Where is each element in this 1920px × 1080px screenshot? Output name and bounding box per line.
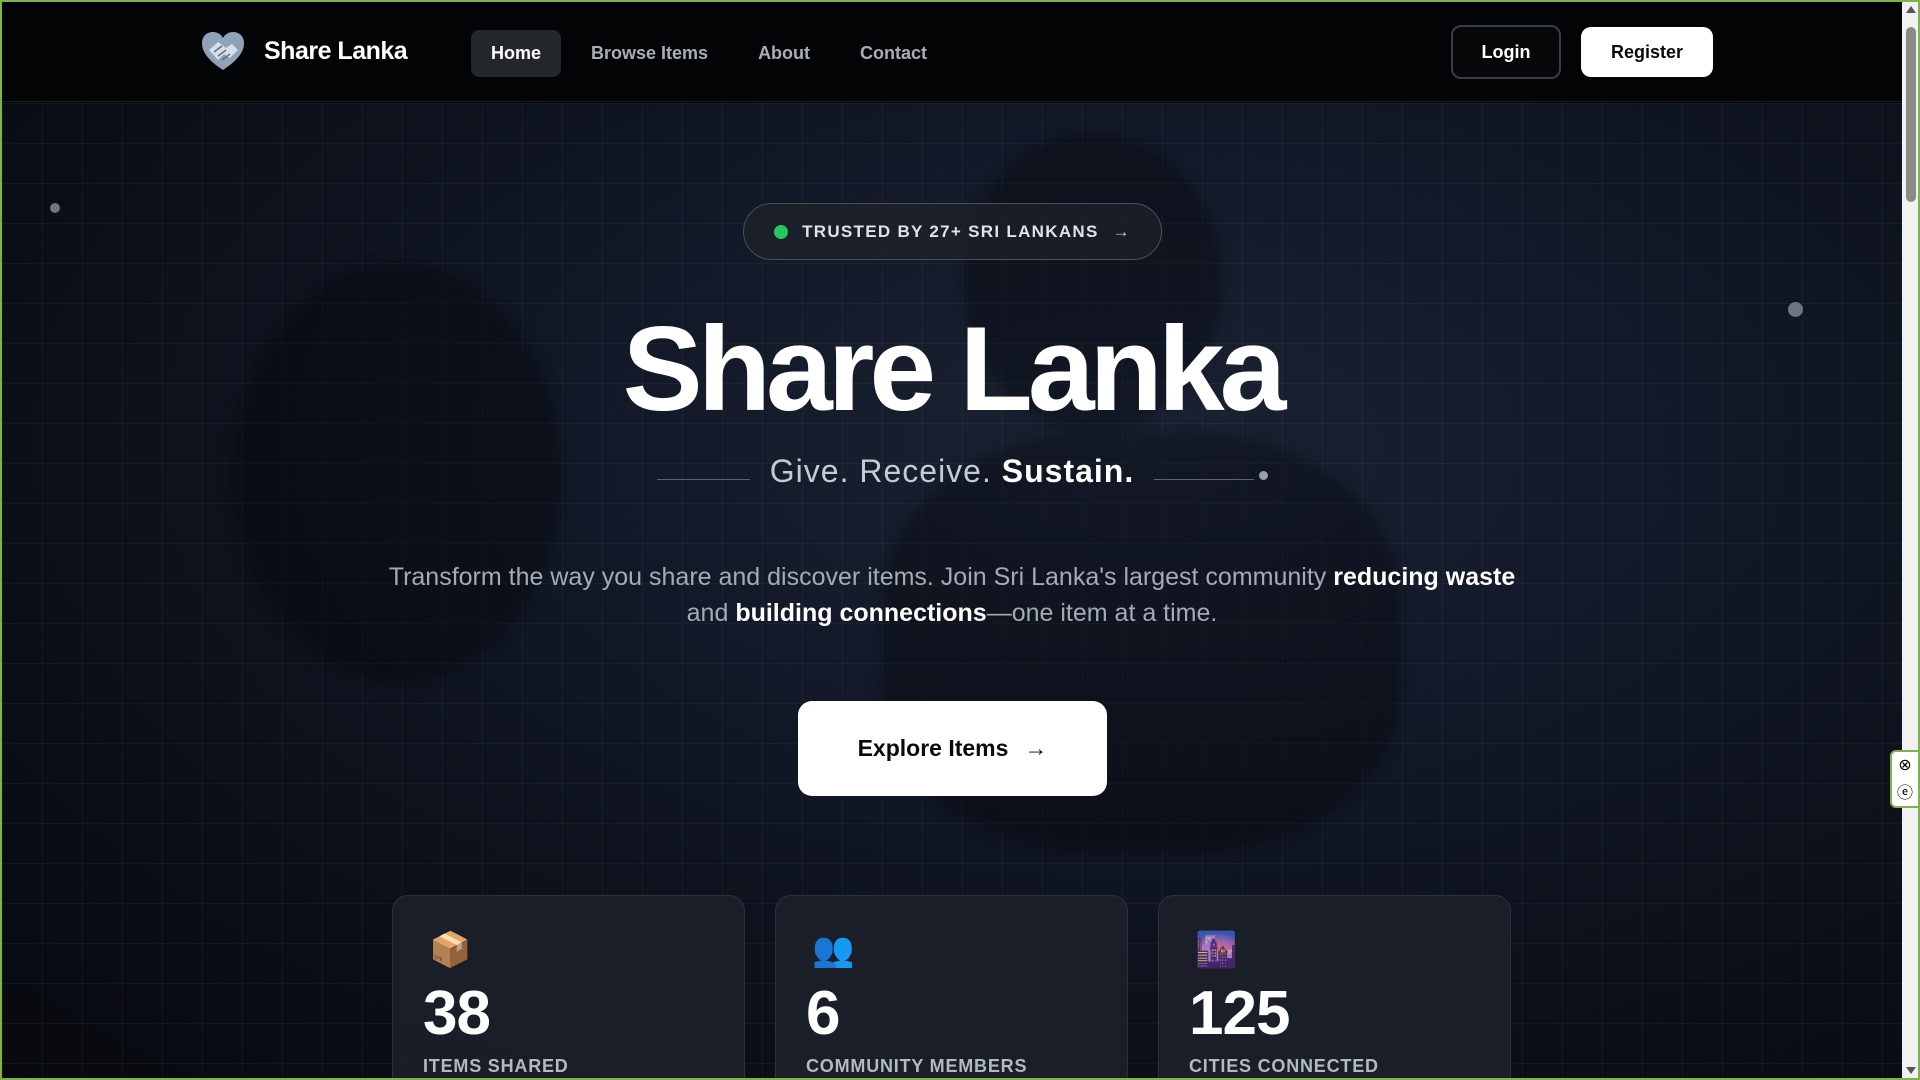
nav-browse-items-link[interactable]: Browse Items	[571, 30, 728, 77]
decorative-dot	[50, 203, 60, 213]
stat-card-items: 📦 38 ITEMS SHARED	[392, 895, 745, 1078]
top-navbar: Share Lanka Home Browse Items About Cont…	[2, 2, 1918, 102]
scroll-down-arrow-icon[interactable]	[1906, 1067, 1916, 1074]
stat-value: 125	[1189, 979, 1290, 1048]
stat-card-members: 👥 6 COMMUNITY MEMBERS	[775, 895, 1128, 1078]
arrow-right-icon: →	[1112, 221, 1131, 241]
trust-badge[interactable]: TRUSTED BY 27+ SRI LANKANS →	[743, 203, 1162, 260]
nav-about-link[interactable]: About	[738, 30, 830, 77]
register-button[interactable]: Register	[1581, 27, 1713, 77]
handshake-heart-icon	[200, 30, 246, 72]
status-dot-icon	[774, 224, 789, 239]
browser-viewport: Share Lanka Home Browse Items About Cont…	[0, 0, 1920, 1080]
floating-side-widget[interactable]: ⊗ ⓔ	[1890, 750, 1918, 808]
desc-emphasis: building connections	[735, 599, 987, 627]
explore-items-label: Explore Items	[857, 735, 1009, 761]
nav-links: Home Browse Items About Contact	[471, 30, 947, 77]
desc-text: —one item at a time.	[986, 599, 1218, 627]
hero-description: Transform the way you share and discover…	[382, 559, 1522, 631]
hero-title: Share Lanka	[622, 302, 1287, 436]
scroll-up-arrow-icon[interactable]	[1906, 6, 1916, 13]
hero-tagline: Give. Receive. Sustain.	[2, 453, 1902, 490]
stat-label: COMMUNITY MEMBERS	[806, 1056, 1028, 1076]
extension-icon[interactable]: ⓔ	[1897, 779, 1913, 803]
tagline-text: Give. Receive.	[769, 453, 1002, 489]
stat-label: CITIES CONNECTED	[1189, 1056, 1379, 1076]
close-icon[interactable]: ⊗	[1898, 755, 1911, 775]
tagline-emphasis: Sustain.	[1001, 453, 1135, 489]
stat-value: 38	[423, 979, 491, 1048]
trust-badge-text: TRUSTED BY 27+ SRI LANKANS	[802, 221, 1099, 241]
desc-emphasis: reducing waste	[1333, 563, 1516, 591]
page-scrollbar[interactable]	[1902, 2, 1918, 1078]
arrow-right-icon: →	[1024, 735, 1048, 761]
stat-value: 6	[806, 979, 840, 1048]
desc-text: and	[686, 599, 736, 627]
nav-home-link[interactable]: Home	[471, 30, 562, 77]
stat-label: ITEMS SHARED	[423, 1056, 569, 1076]
nav-contact-link[interactable]: Contact	[840, 30, 947, 77]
brand[interactable]: Share Lanka	[200, 30, 408, 72]
city-icon: 🌆	[1195, 931, 1238, 969]
scrollbar-thumb[interactable]	[1906, 27, 1916, 202]
desc-text: Transform the way you share and discover…	[388, 563, 1334, 591]
stat-card-cities: 🌆 125 CITIES CONNECTED	[1158, 895, 1511, 1078]
people-icon: 👥	[812, 931, 855, 969]
login-button[interactable]: Login	[1451, 25, 1561, 79]
package-icon: 📦	[429, 931, 472, 969]
explore-items-button[interactable]: Explore Items →	[798, 701, 1107, 796]
hero-section: TRUSTED BY 27+ SRI LANKANS → Share Lanka…	[2, 103, 1902, 1078]
brand-name: Share Lanka	[264, 36, 408, 65]
